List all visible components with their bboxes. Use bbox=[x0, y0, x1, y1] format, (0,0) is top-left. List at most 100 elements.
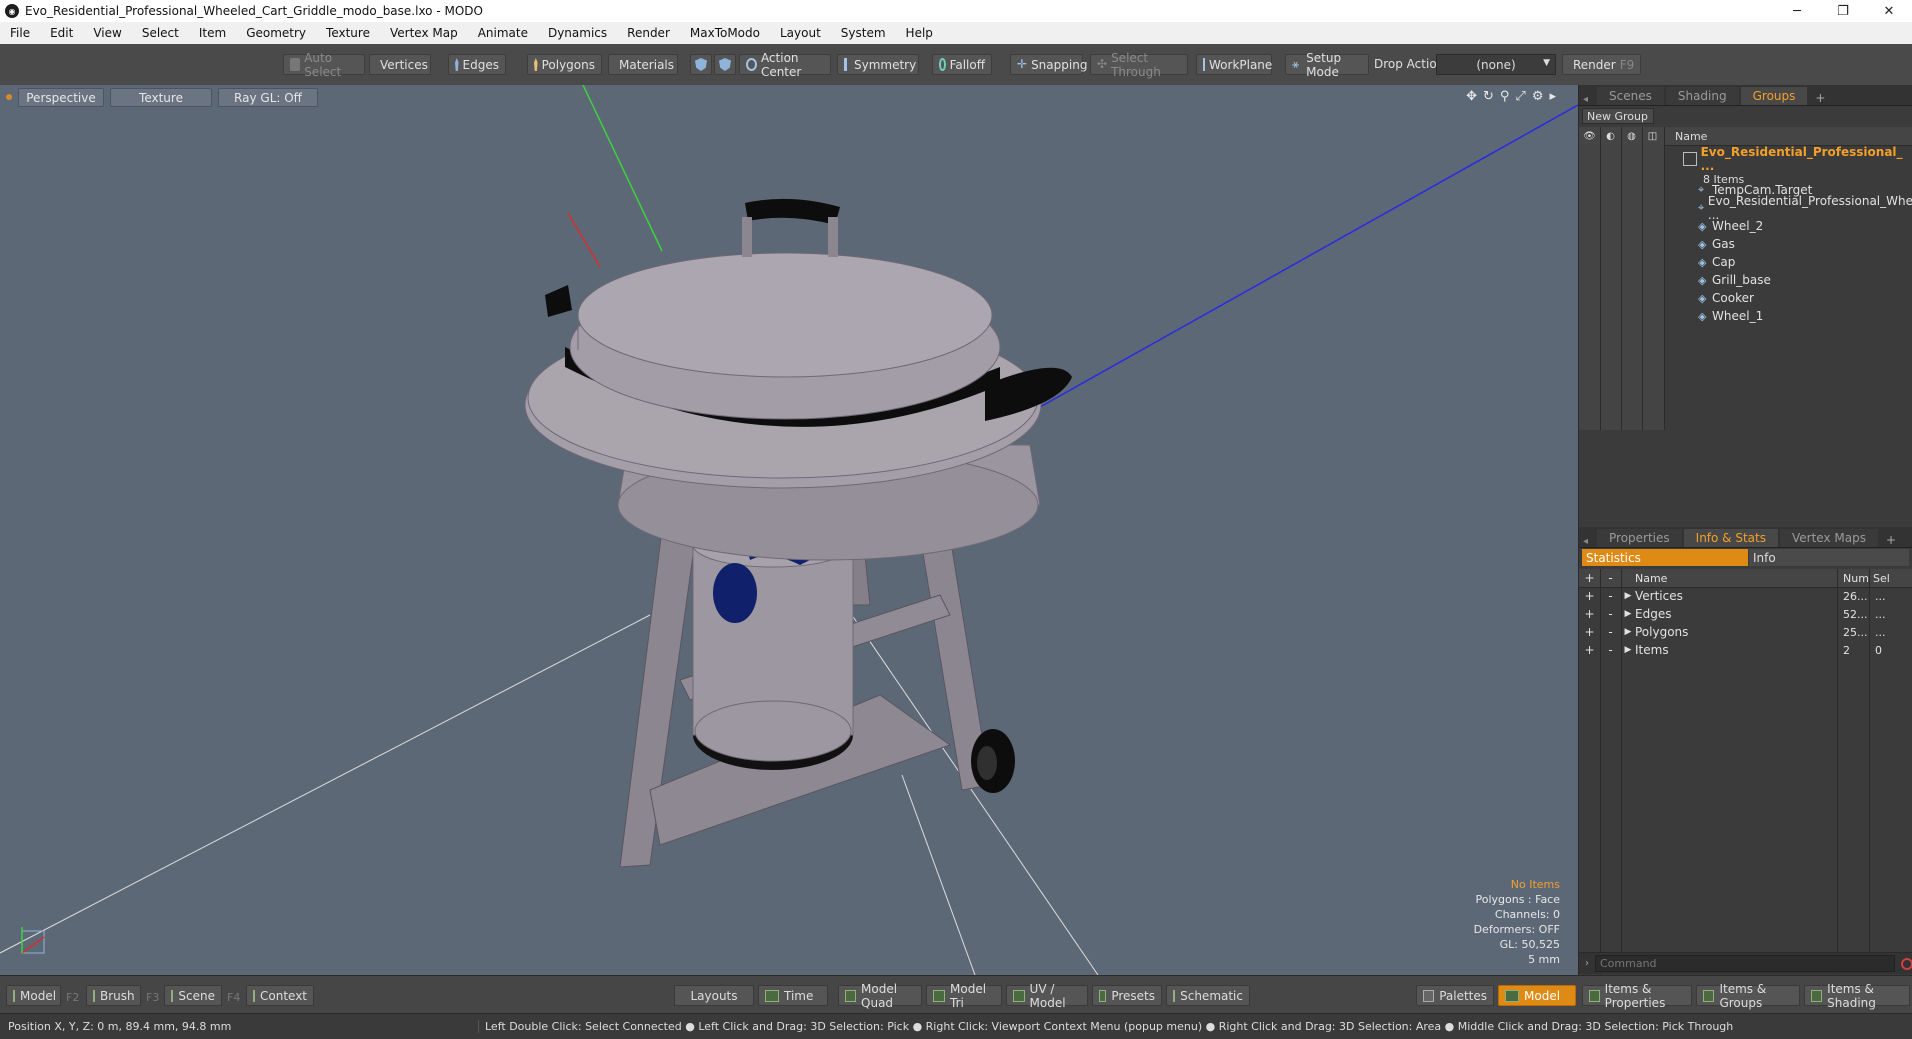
panel-menu-icon[interactable]: ◂ bbox=[1583, 536, 1597, 547]
menu-edit[interactable]: Edit bbox=[40, 26, 83, 40]
menu-vertex-map[interactable]: Vertex Map bbox=[380, 26, 468, 40]
tree-item[interactable]: ◈ Cooker bbox=[1579, 289, 1912, 307]
model-tab[interactable]: Model bbox=[6, 985, 61, 1006]
setup-mode-button[interactable]: ⚹ Setup Mode bbox=[1285, 51, 1369, 79]
falloff-button[interactable]: Falloff bbox=[932, 54, 992, 75]
context-tab[interactable]: Context bbox=[246, 985, 314, 1006]
restore-button[interactable]: ❐ bbox=[1820, 0, 1866, 22]
add-tab-icon[interactable]: + bbox=[1809, 91, 1831, 105]
texture-tab[interactable]: Texture bbox=[110, 88, 212, 107]
tree-item[interactable]: ◈ Wheel_2 bbox=[1579, 217, 1912, 235]
add-icon[interactable]: + bbox=[1579, 571, 1600, 585]
scene-tab[interactable]: Scene bbox=[164, 985, 222, 1006]
remove-icon[interactable]: - bbox=[1600, 607, 1621, 621]
render-button[interactable]: Render F9 bbox=[1562, 54, 1641, 75]
new-group-button[interactable]: New Group bbox=[1582, 108, 1654, 124]
tab-info-stats[interactable]: Info & Stats bbox=[1683, 529, 1778, 547]
select-mode-a-button[interactable] bbox=[690, 54, 712, 75]
visibility-icon[interactable]: 👁 bbox=[1579, 131, 1600, 142]
materials-button[interactable]: Materials bbox=[608, 54, 678, 75]
panel-menu-icon[interactable]: ◂ bbox=[1583, 94, 1597, 105]
zoom-icon[interactable]: ⚲ bbox=[1500, 89, 1510, 104]
uv-model-button[interactable]: UV / Model bbox=[1006, 982, 1088, 1010]
add-icon[interactable]: + bbox=[1579, 643, 1600, 657]
raygl-tab[interactable]: Ray GL: Off bbox=[218, 88, 318, 107]
group-row[interactable]: Evo_Residential_Professional_ ... 8 Item… bbox=[1683, 145, 1912, 186]
remove-icon[interactable]: - bbox=[1600, 571, 1621, 585]
items-shading-button[interactable]: Items & Shading bbox=[1804, 982, 1910, 1010]
edges-button[interactable]: Edges bbox=[448, 54, 506, 75]
add-icon[interactable]: + bbox=[1579, 589, 1600, 603]
menu-geometry[interactable]: Geometry bbox=[236, 26, 316, 40]
action-center-button[interactable]: Action Center bbox=[739, 51, 831, 79]
tree-item[interactable]: ◈ Grill_base bbox=[1579, 271, 1912, 289]
auto-select-button[interactable]: Auto Select bbox=[283, 51, 365, 79]
pan-icon[interactable]: ✥ bbox=[1466, 89, 1477, 104]
menu-render[interactable]: Render bbox=[617, 26, 680, 40]
rotate-icon[interactable]: ↻ bbox=[1483, 89, 1494, 104]
tree-item[interactable]: ⌖ Evo_Residential_Professional_Whe ... bbox=[1579, 194, 1912, 222]
drop-action-dropdown[interactable]: (none) ▼ bbox=[1436, 54, 1556, 75]
tab-vertex-maps[interactable]: Vertex Maps bbox=[1780, 529, 1878, 547]
snapping-button[interactable]: ✛ Snapping bbox=[1010, 54, 1087, 75]
stat-row-items[interactable]: + - ▶ Items 2 0 bbox=[1579, 641, 1912, 659]
menu-select[interactable]: Select bbox=[132, 26, 189, 40]
menu-maxtomodo[interactable]: MaxToModo bbox=[680, 26, 770, 40]
select-toggle-icon[interactable]: ◫ bbox=[1642, 131, 1663, 142]
model-tri-button[interactable]: Model Tri bbox=[926, 982, 1002, 1010]
stat-row-edges[interactable]: + - ▶ Edges 52... ... bbox=[1579, 605, 1912, 623]
presets-button[interactable]: Presets bbox=[1092, 985, 1162, 1006]
viewport-menu-dot[interactable] bbox=[6, 94, 12, 100]
3d-viewport[interactable]: Perspective Texture Ray GL: Off ✥ ↻ ⚲ ⤢ … bbox=[0, 85, 1578, 975]
menu-view[interactable]: View bbox=[83, 26, 131, 40]
menu-layout[interactable]: Layout bbox=[770, 26, 831, 40]
items-groups-button[interactable]: Items & Groups bbox=[1696, 982, 1800, 1010]
add-tab-icon[interactable]: + bbox=[1880, 533, 1902, 547]
tab-properties[interactable]: Properties bbox=[1597, 529, 1682, 547]
vertices-button[interactable]: Vertices bbox=[369, 54, 431, 75]
model-layout-active-button[interactable]: Model bbox=[1498, 985, 1576, 1006]
polygons-button[interactable]: Polygons bbox=[527, 54, 602, 75]
stat-row-vertices[interactable]: + - ▶ Vertices 26... ... bbox=[1579, 587, 1912, 605]
perspective-tab[interactable]: Perspective bbox=[18, 88, 104, 107]
expand-icon[interactable]: ▶ bbox=[1621, 645, 1635, 655]
items-properties-button[interactable]: Items & Properties bbox=[1582, 982, 1692, 1010]
play-icon[interactable]: ▸ bbox=[1549, 89, 1556, 104]
palettes-button[interactable]: Palettes bbox=[1416, 985, 1494, 1006]
select-through-button[interactable]: ✣ Select Through bbox=[1090, 51, 1188, 79]
workplane-button[interactable]: WorkPlane bbox=[1196, 54, 1272, 75]
gear-icon[interactable]: ⚙ bbox=[1532, 89, 1544, 104]
remove-icon[interactable]: - bbox=[1600, 589, 1621, 603]
tree-item[interactable]: ◈ Cap bbox=[1579, 253, 1912, 271]
close-button[interactable]: ✕ bbox=[1866, 0, 1912, 22]
time-button[interactable]: Time bbox=[758, 985, 828, 1006]
info-subtab[interactable]: Info bbox=[1749, 549, 1909, 566]
record-icon[interactable] bbox=[1901, 957, 1912, 970]
menu-file[interactable]: File bbox=[0, 26, 40, 40]
symmetry-button[interactable]: Symmetry bbox=[837, 54, 919, 75]
tab-scenes[interactable]: Scenes bbox=[1597, 87, 1664, 105]
menu-animate[interactable]: Animate bbox=[468, 26, 538, 40]
command-input[interactable] bbox=[1595, 955, 1895, 972]
brush-tab[interactable]: Brush bbox=[86, 985, 141, 1006]
minimize-button[interactable]: ─ bbox=[1774, 0, 1820, 22]
statistics-subtab[interactable]: Statistics bbox=[1582, 549, 1748, 566]
add-icon[interactable]: + bbox=[1579, 625, 1600, 639]
tab-shading[interactable]: Shading bbox=[1665, 87, 1739, 105]
model-quad-button[interactable]: Model Quad bbox=[838, 982, 922, 1010]
select-mode-b-button[interactable] bbox=[714, 54, 736, 75]
maximize-icon[interactable]: ⤢ bbox=[1515, 89, 1525, 104]
menu-texture[interactable]: Texture bbox=[316, 26, 380, 40]
add-icon[interactable]: + bbox=[1579, 607, 1600, 621]
layouts-button[interactable]: Layouts bbox=[674, 985, 754, 1006]
render-toggle-icon[interactable]: ◐ bbox=[1600, 131, 1621, 142]
remove-icon[interactable]: - bbox=[1600, 643, 1621, 657]
tree-item[interactable]: ◈ Wheel_1 bbox=[1579, 307, 1912, 325]
expand-icon[interactable]: ▶ bbox=[1621, 609, 1635, 619]
expand-icon[interactable]: ▶ bbox=[1621, 591, 1635, 601]
menu-item[interactable]: Item bbox=[189, 26, 236, 40]
schematic-button[interactable]: Schematic bbox=[1166, 985, 1250, 1006]
remove-icon[interactable]: - bbox=[1600, 625, 1621, 639]
tab-groups[interactable]: Groups bbox=[1740, 87, 1808, 105]
menu-dynamics[interactable]: Dynamics bbox=[538, 26, 617, 40]
